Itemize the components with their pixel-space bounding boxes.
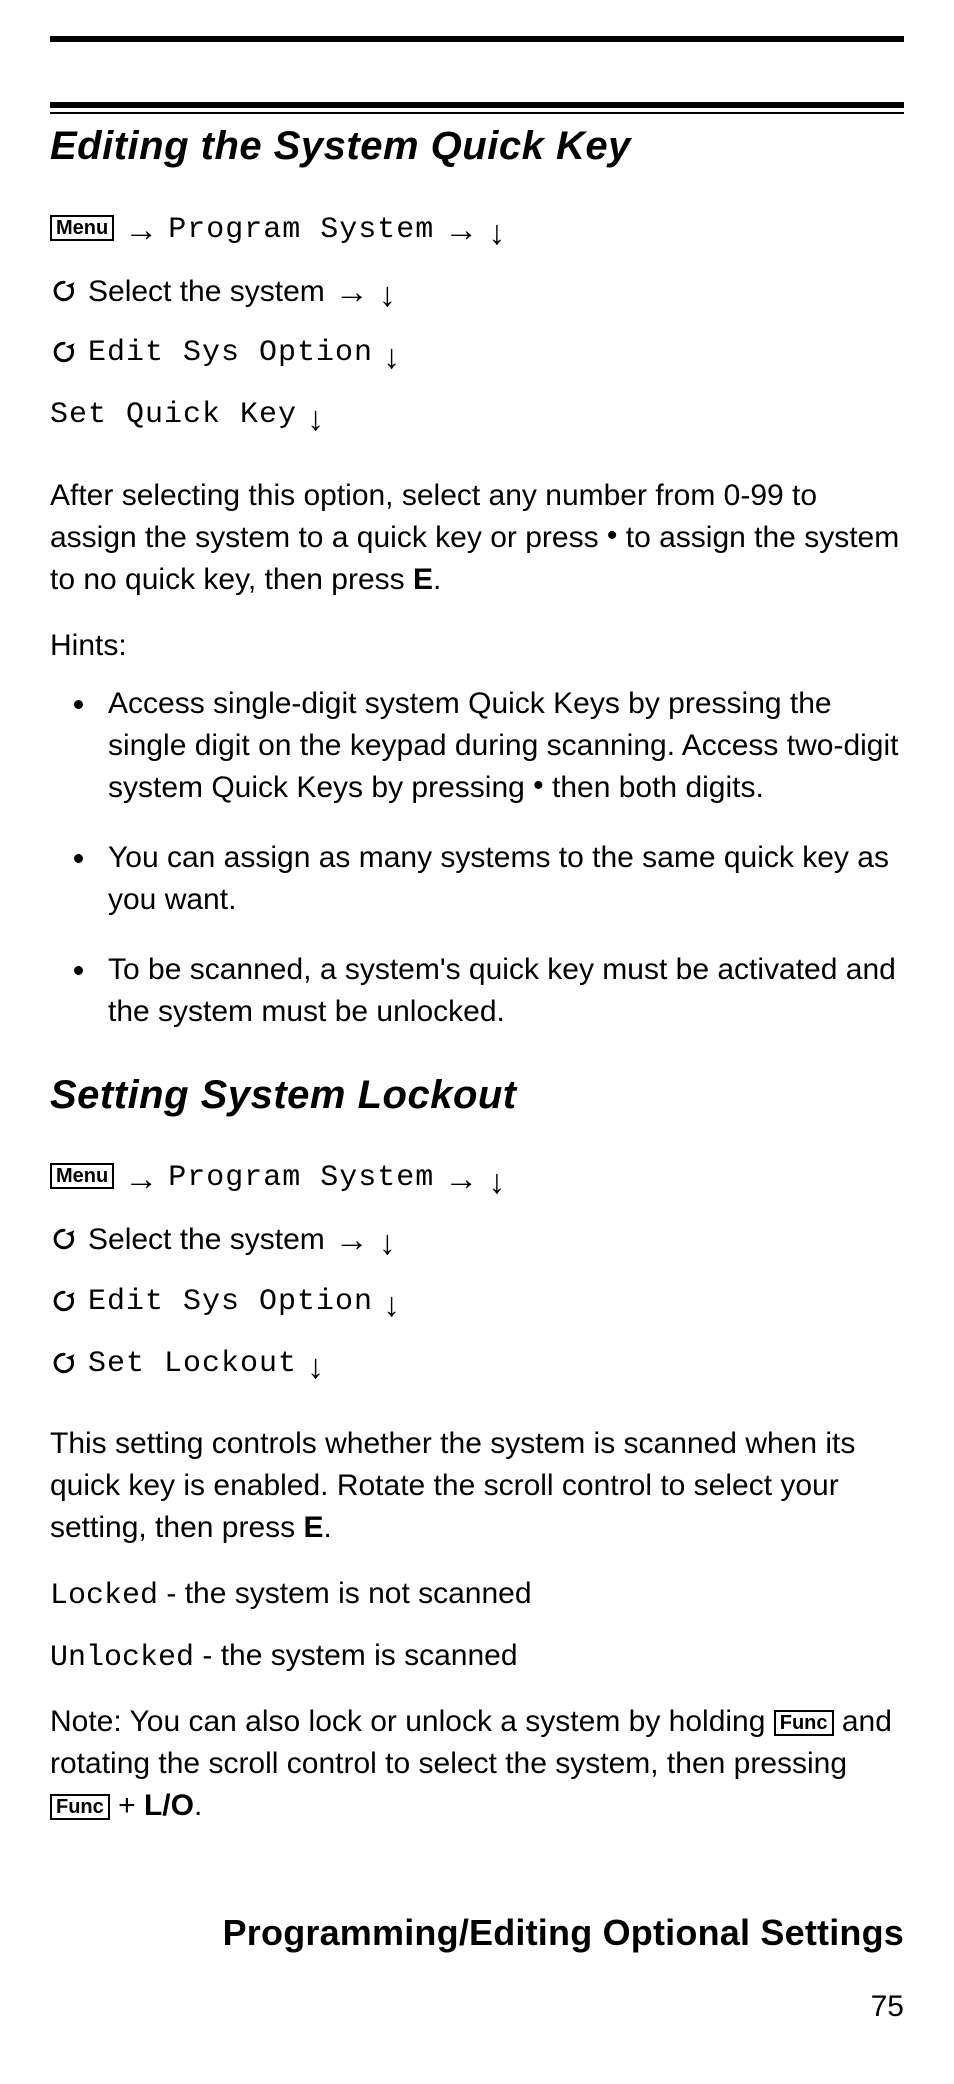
list-item: You can assign as many systems to the sa… [98,837,904,921]
chapter-footer-title: Programming/Editing Optional Settings [223,1912,904,1954]
arrow-down-icon: ↓ [383,327,400,389]
arrow-right-icon: → [444,1149,478,1211]
section-rule-heavy [50,102,904,108]
hints-list: Access single-digit system Quick Keys by… [50,683,904,1033]
manual-page: Editing the System Quick Key Menu → Prog… [0,0,954,2084]
note-paragraph: Note: You can also lock or unlock a syst… [50,1701,904,1827]
menu-step-label: Set Quick Key [50,388,297,443]
text: + [110,1789,144,1822]
func-key-icon: Func [774,1710,834,1736]
menu-path: Menu → Program System → ↓ Select the sys… [50,199,904,447]
menu-step-label: Edit Sys Option [88,1275,373,1330]
arrow-down-icon: ↓ [488,203,505,265]
hints-label: Hints: [50,629,904,663]
option-line: Locked - the system is not scanned [50,1577,904,1613]
arrow-down-icon: ↓ [488,1152,505,1214]
menu-key-icon: Menu [50,1163,114,1189]
arrow-right-icon: → [124,200,158,262]
option-desc: - the system is not scanned [158,1577,532,1610]
key-lo: L/O [144,1789,194,1822]
section-rule-thin [50,112,904,114]
text: Access single-digit system Quick Keys by… [108,687,898,804]
option-line: Unlocked - the system is scanned [50,1639,904,1675]
func-key-icon: Func [50,1794,110,1820]
arrow-down-icon: ↓ [383,1275,400,1337]
paragraph: After selecting this option, select any … [50,475,904,601]
text: This setting controls whether the system… [50,1427,855,1544]
rotate-icon [50,1213,78,1268]
rotate-icon [50,1337,78,1392]
section-heading: Editing the System Quick Key [50,124,904,169]
menu-path: Menu → Program System → ↓ Select the sys… [50,1148,904,1396]
menu-step-label: Program System [168,1151,434,1206]
page-number: 75 [871,1990,904,2024]
arrow-down-icon: ↓ [307,1337,324,1399]
arrow-right-icon: → [335,1210,369,1272]
text: . [324,1511,332,1544]
text: You can assign as many systems to the sa… [108,841,889,916]
option-desc: - the system is scanned [194,1639,517,1672]
option-key: Locked [50,1579,158,1613]
text: . [194,1789,202,1822]
rotate-icon [50,1275,78,1330]
arrow-down-icon: ↓ [379,1213,396,1275]
menu-step-label: Select the system [88,1213,325,1268]
menu-step-label: Program System [168,203,434,258]
arrow-right-icon: → [444,200,478,262]
list-item: Access single-digit system Quick Keys by… [98,683,904,809]
text: then both digits. [544,771,764,804]
dot-key-icon: • [607,519,618,552]
text: . [433,563,441,596]
text: Note: You can also lock or unlock a syst… [50,1705,774,1738]
menu-step-label: Select the system [88,265,325,320]
menu-step-label: Set Lockout [88,1337,297,1392]
rotate-icon [50,326,78,381]
arrow-right-icon: → [335,262,369,324]
key-e: E [303,1511,323,1544]
arrow-right-icon: → [124,1149,158,1211]
dot-key-icon: • [533,769,544,802]
section-heading: Setting System Lockout [50,1073,904,1118]
arrow-down-icon: ↓ [379,265,396,327]
menu-step-label: Edit Sys Option [88,326,373,381]
list-item: To be scanned, a system's quick key must… [98,949,904,1033]
text: To be scanned, a system's quick key must… [108,953,896,1028]
option-key: Unlocked [50,1641,194,1675]
page-top-rule [50,36,904,42]
key-e: E [413,563,433,596]
arrow-down-icon: ↓ [307,389,324,451]
rotate-icon [50,265,78,320]
paragraph: This setting controls whether the system… [50,1423,904,1549]
menu-key-icon: Menu [50,215,114,241]
